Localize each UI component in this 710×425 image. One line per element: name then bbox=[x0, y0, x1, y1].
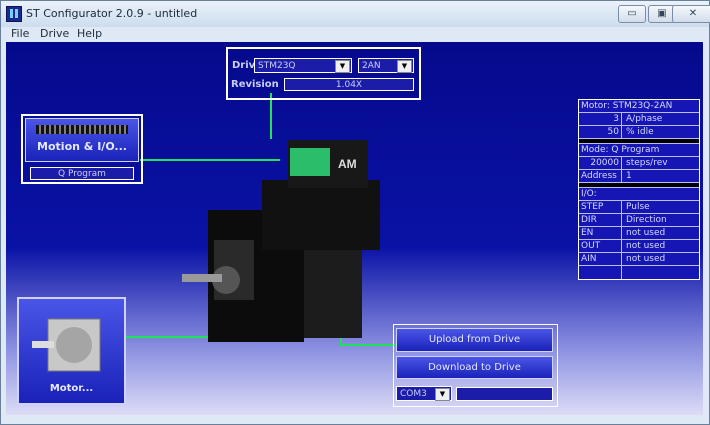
table-row: Motor: STM23Q-2AN bbox=[579, 100, 699, 113]
io-name: OUT bbox=[579, 240, 622, 252]
io-value: Pulse bbox=[626, 202, 650, 212]
io-value: not used bbox=[626, 241, 666, 251]
motor-icon bbox=[32, 318, 101, 372]
mode-value: Mode: Q Program bbox=[581, 145, 660, 155]
motion-panel: Motion & I/O... Q Program bbox=[21, 114, 143, 184]
com-port-value: COM3 bbox=[400, 389, 427, 399]
window-title: ST Configurator 2.0.9 - untitled bbox=[26, 7, 198, 20]
motion-io-button[interactable]: Motion & I/O... bbox=[25, 118, 139, 162]
drive-logo: AM bbox=[338, 157, 357, 171]
drive-model-value: STM23Q bbox=[258, 61, 296, 71]
com-port-select[interactable]: COM3 ▼ bbox=[396, 386, 452, 401]
title-bar[interactable]: ST Configurator 2.0.9 - untitled ▭ ▣ ✕ bbox=[1, 1, 710, 27]
table-row: EN not used bbox=[579, 227, 699, 240]
close-icon: ✕ bbox=[688, 8, 698, 19]
io-value: Direction bbox=[626, 215, 667, 225]
minimize-icon: ▭ bbox=[627, 8, 637, 19]
table-row: Mode: Q Program bbox=[579, 144, 699, 157]
motor-button-label: Motor... bbox=[49, 383, 94, 394]
table-row: 50 % idle bbox=[579, 126, 699, 139]
io-name: AIN bbox=[579, 253, 622, 265]
chevron-down-icon[interactable]: ▼ bbox=[397, 60, 412, 73]
download-button[interactable]: Download to Drive bbox=[396, 356, 553, 379]
connector-icon bbox=[36, 125, 128, 134]
menu-drive[interactable]: Drive bbox=[40, 27, 69, 40]
connector-line bbox=[340, 344, 396, 346]
main-canvas: AM Drive STM23Q ▼ 2AN ▼ Revision 1.04X M… bbox=[6, 42, 703, 415]
table-row: Address 1 bbox=[579, 170, 699, 183]
motor-button[interactable]: Motor... bbox=[17, 297, 126, 405]
menu-file[interactable]: File bbox=[11, 27, 29, 40]
address-label: Address bbox=[579, 170, 622, 182]
motor-name: Motor: STM23Q-2AN bbox=[581, 101, 673, 111]
drive-variant-select[interactable]: 2AN ▼ bbox=[358, 58, 414, 73]
chevron-down-icon[interactable]: ▼ bbox=[335, 60, 350, 73]
steps-unit: steps/rev bbox=[626, 158, 668, 168]
drive-variant-value: 2AN bbox=[362, 61, 381, 71]
maximize-icon: ▣ bbox=[657, 8, 667, 19]
motion-mode-field: Q Program bbox=[30, 167, 134, 180]
revision-label: Revision bbox=[231, 79, 279, 90]
menu-bar: File Drive Help bbox=[1, 27, 709, 42]
io-name: DIR bbox=[579, 214, 622, 226]
revision-field: 1.04X bbox=[284, 78, 414, 91]
minimize-button[interactable]: ▭ bbox=[618, 5, 646, 23]
motion-io-label: Motion & I/O... bbox=[37, 140, 127, 153]
io-name: EN bbox=[579, 227, 622, 239]
io-value: not used bbox=[626, 254, 666, 264]
io-value: not used bbox=[626, 228, 666, 238]
app-icon bbox=[6, 6, 22, 22]
upload-button[interactable]: Upload from Drive bbox=[396, 328, 553, 352]
io-header: I/O: bbox=[581, 189, 597, 199]
table-row: STEP Pulse bbox=[579, 201, 699, 214]
table-row: I/O: bbox=[579, 188, 699, 201]
current-value: 3 bbox=[579, 113, 622, 125]
drive-panel: Drive STM23Q ▼ 2AN ▼ Revision 1.04X bbox=[226, 47, 421, 100]
app-window: ST Configurator 2.0.9 - untitled ▭ ▣ ✕ F… bbox=[0, 0, 710, 425]
status-field bbox=[456, 387, 553, 401]
table-row: 20000 steps/rev bbox=[579, 157, 699, 170]
table-row: OUT not used bbox=[579, 240, 699, 253]
action-panel: Upload from Drive Download to Drive COM3… bbox=[393, 324, 558, 407]
steps-value: 20000 bbox=[579, 157, 622, 169]
idle-value: 50 bbox=[579, 126, 622, 138]
summary-table: Motor: STM23Q-2AN 3 A/phase 50 % idle Mode… bbox=[578, 99, 700, 280]
current-unit: A/phase bbox=[626, 114, 663, 124]
idle-unit: % idle bbox=[626, 127, 654, 137]
chevron-down-icon[interactable]: ▼ bbox=[435, 388, 450, 401]
drive-model-select[interactable]: STM23Q ▼ bbox=[254, 58, 352, 73]
close-button[interactable]: ✕ bbox=[672, 5, 710, 23]
address-value: 1 bbox=[626, 171, 632, 181]
table-row: 3 A/phase bbox=[579, 113, 699, 126]
table-row bbox=[579, 266, 699, 279]
table-row: DIR Direction bbox=[579, 214, 699, 227]
table-row: AIN not used bbox=[579, 253, 699, 266]
menu-help[interactable]: Help bbox=[77, 27, 102, 40]
stepper-drive-image: AM bbox=[182, 140, 380, 342]
io-name: STEP bbox=[579, 201, 622, 213]
